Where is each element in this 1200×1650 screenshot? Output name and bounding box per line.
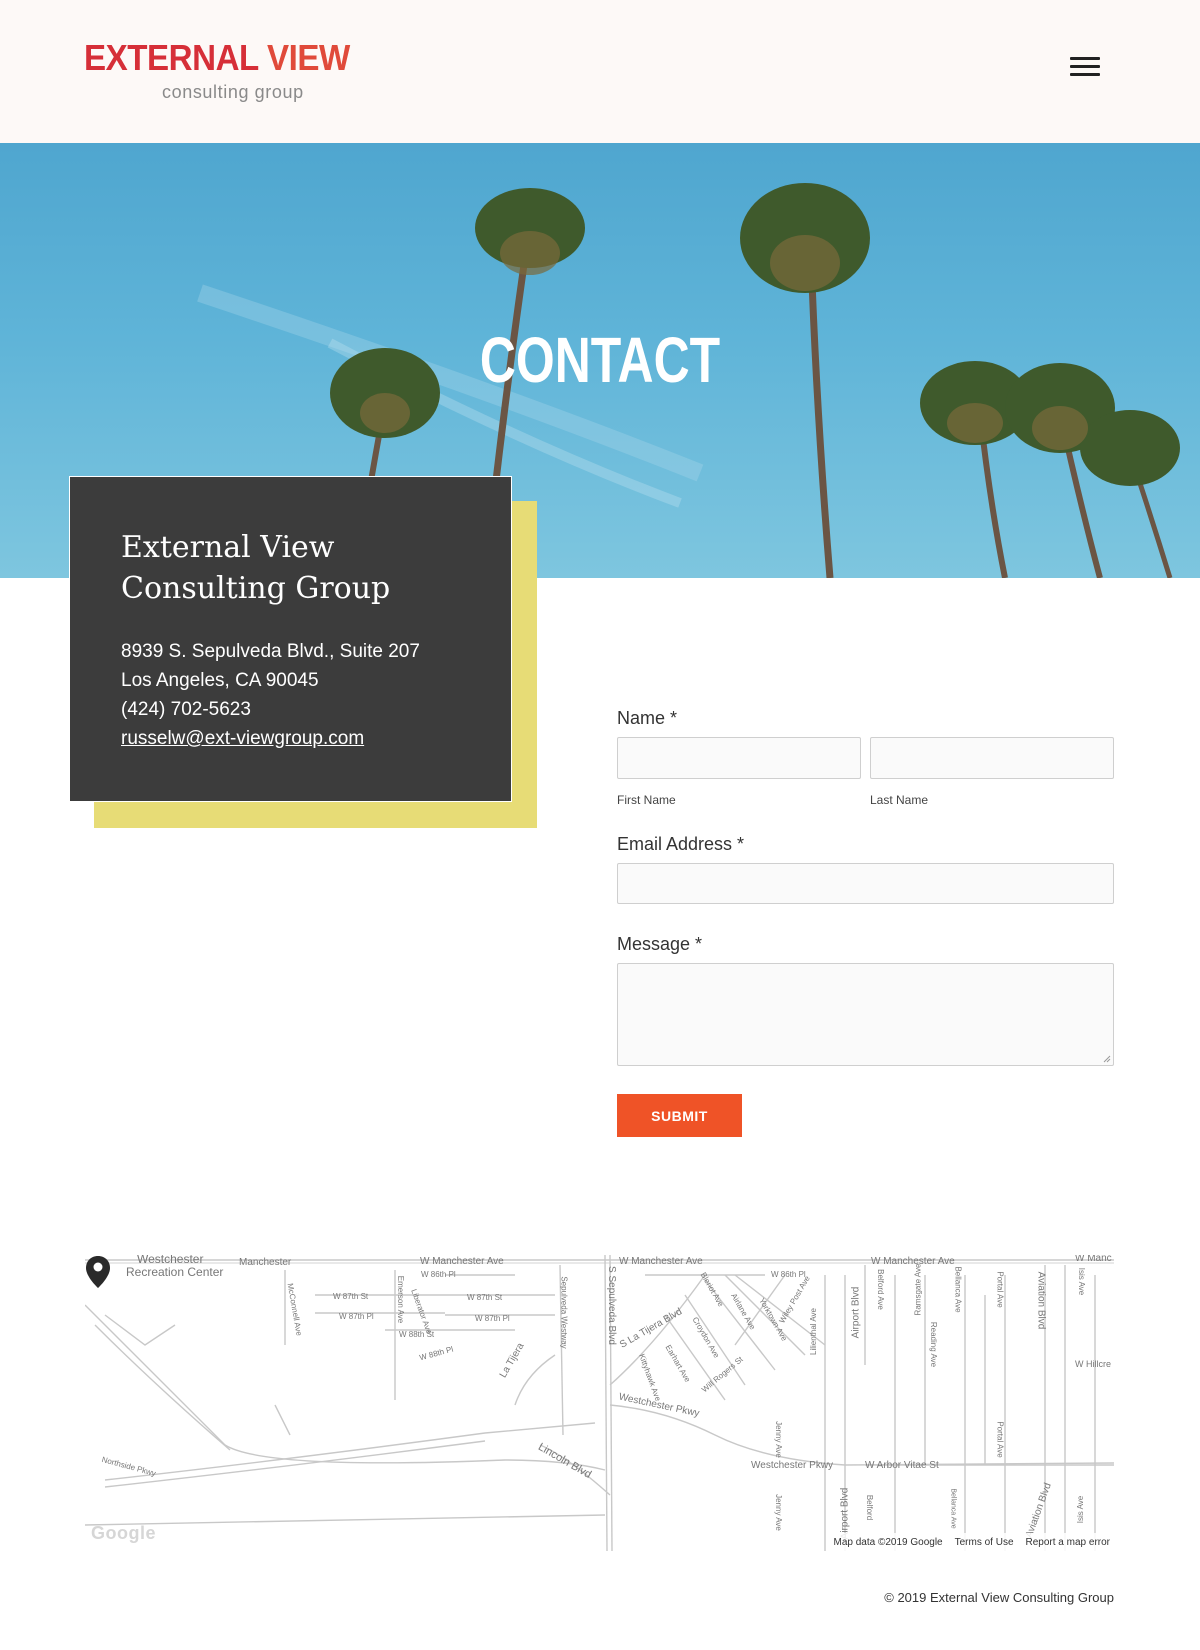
map-label: Westchester Pkwy (751, 1460, 834, 1471)
logo-text-view: VIEW (266, 37, 350, 78)
map-label: W 87th St (333, 1292, 369, 1301)
map-label: Airport Blvd (850, 1286, 862, 1339)
logo[interactable]: EXTERNAL VIEW consulting group (84, 37, 350, 103)
address-line-1: 8939 S. Sepulveda Blvd., Suite 207 (121, 641, 420, 662)
email-input[interactable] (617, 863, 1114, 904)
site-header: EXTERNAL VIEW consulting group (0, 0, 1200, 143)
map-label: Belford Ave (875, 1269, 885, 1310)
first-name-input[interactable] (617, 737, 861, 779)
terms-of-use-link[interactable]: Terms of Use (955, 1537, 1014, 1548)
map-label: Jenny Ave (773, 1494, 783, 1531)
footer-copyright: © 2019 External View Consulting Group (884, 1590, 1114, 1605)
resize-grip-icon[interactable] (1103, 1055, 1111, 1063)
logo-subtitle: consulting group (162, 82, 304, 102)
email-label: Email Address * (617, 834, 745, 854)
hamburger-menu-icon[interactable] (1070, 56, 1102, 78)
map-label: Belford (865, 1494, 875, 1521)
map-label: W Manchester Ave (619, 1256, 703, 1267)
map-label: Recreation Center (126, 1265, 224, 1279)
page-title: CONTACT (479, 324, 721, 396)
map-label: Bellanca Ave (953, 1266, 963, 1313)
message-label: Message * (617, 934, 703, 954)
map-label: Manchester (239, 1257, 292, 1268)
email-link[interactable]: russelw@ext-viewgroup.com (121, 728, 364, 749)
map-label: W 87th Pl (475, 1314, 510, 1323)
phone-number[interactable]: (424) 702-5623 (121, 695, 491, 724)
contact-details: 8939 S. Sepulveda Blvd., Suite 207 Los A… (121, 637, 491, 753)
logo-wordmark: EXTERNAL VIEW (84, 37, 350, 78)
map-label: W 87th Pl (339, 1312, 374, 1321)
last-name-label: Last Name (870, 793, 929, 807)
company-name: External View Consulting Group (121, 530, 391, 606)
map-label: S Sepulveda Blvd (605, 1266, 617, 1345)
address-line-2: Los Angeles, CA 90045 (121, 670, 319, 691)
map-label: W Manchester Ave (420, 1256, 504, 1267)
map-pin-icon[interactable] (85, 1255, 111, 1289)
map-label: W Arbor Vitae St (865, 1460, 939, 1471)
map-label: Jenny Ave (773, 1421, 783, 1458)
map-label: W 86th Pl (421, 1270, 456, 1279)
map-label: Aviation Blvd (1035, 1271, 1047, 1330)
map-label: W Hillcre (1075, 1359, 1111, 1369)
map-label: Isis Ave (1077, 1267, 1087, 1296)
submit-button[interactable]: SUBMIT (617, 1094, 742, 1137)
map-label: Sepulveda Westway (559, 1276, 569, 1349)
map-label: Bellanca Ave (949, 1488, 957, 1529)
map-label: Reading Ave (929, 1321, 939, 1368)
map-label: Portal Ave (995, 1271, 1005, 1308)
logo-text-external: EXTERNAL (84, 37, 259, 78)
name-label: Name * (617, 708, 678, 728)
map-label: Emerson Ave (396, 1275, 406, 1324)
message-textarea[interactable] (617, 963, 1114, 1066)
map-label: Airport Blvd (839, 1487, 851, 1540)
report-map-error-link[interactable]: Report a map error (1026, 1537, 1110, 1548)
map-label: W Manc (1075, 1255, 1112, 1264)
map-label: Portal Ave (995, 1421, 1005, 1458)
map-label: Ramsgate Ave (913, 1263, 923, 1316)
google-logo[interactable]: Google (91, 1523, 156, 1544)
last-name-input[interactable] (870, 737, 1114, 779)
map-data-credit: Map data ©2019 Google (833, 1536, 943, 1548)
map-label: Lilienthal Ave (809, 1308, 818, 1355)
map-label: Isis Ave (1076, 1495, 1086, 1524)
first-name-label: First Name (617, 793, 676, 807)
map-label: W 87th St (467, 1293, 503, 1302)
contact-info-card: External View Consulting Group 8939 S. S… (69, 476, 512, 802)
location-map[interactable]: Westchester Recreation Center Manchester… (85, 1255, 1114, 1551)
map-attribution: Map data ©2019 Google Terms of Use Repor… (829, 1533, 1114, 1551)
